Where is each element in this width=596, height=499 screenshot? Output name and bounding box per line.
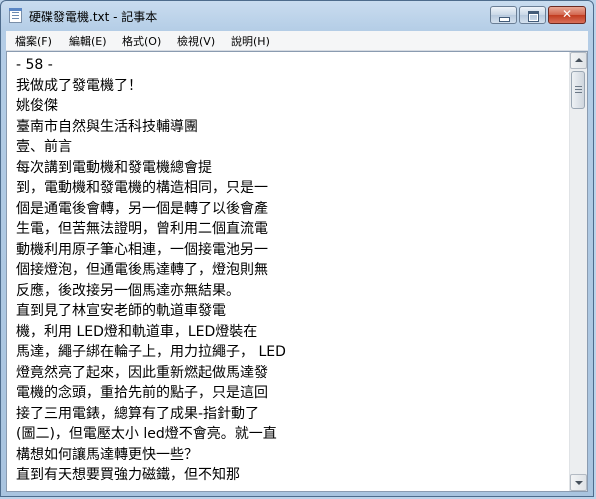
text-line: 構想如何讓馬達轉更快一些？ — [16, 446, 198, 463]
text-editor[interactable]: - 58 - 我做成了發電機了！ 姚俊傑臺南市自然與生活科技輔導團 壹、前言每次講到電… — [6, 51, 588, 492]
vertical-scrollbar[interactable] — [569, 52, 587, 491]
window-title: 硬碟發電機.txt - 記事本 — [29, 10, 158, 24]
text-line: 個是通電後會轉，另一個是轉了以後會產 — [16, 200, 268, 217]
text-line: 燈竟然亮了起來，因此重新燃起做馬達發 — [16, 364, 268, 381]
text-line: 壹、前言 — [16, 139, 72, 155]
text-line: 馬達，繩子綁在輪子上，用力拉繩子， LED — [16, 344, 286, 360]
text-line: - 58 - — [16, 57, 53, 73]
text-line: 接了三用電錶，總算有了成果-指針動了 — [16, 405, 260, 422]
maximize-icon — [528, 11, 539, 22]
minimize-icon — [499, 17, 510, 22]
text-line: 直到有天想要買強力磁鐵，但不知那 — [16, 467, 240, 483]
menu-format[interactable]: 格式(O) — [122, 33, 161, 49]
text-line: 直到見了林宣安老師的軌道車發電 — [16, 303, 226, 319]
document-text[interactable]: - 58 - 我做成了發電機了！ 姚俊傑臺南市自然與生活科技輔導團 壹、前言每次講到電… — [16, 55, 566, 486]
text-line: (圖二)，但電壓太小 led燈不會亮。就一直 — [16, 426, 277, 442]
text-line: 到，電動機和發電機的構造相同，只是一 — [16, 180, 268, 196]
notepad-window: 硬碟發電機.txt - 記事本 ✕ 檔案(F) 編輯(E) 格式(O) 檢視(V… — [0, 0, 594, 497]
close-icon: ✕ — [561, 7, 573, 21]
title-bar[interactable]: 硬碟發電機.txt - 記事本 ✕ — [1, 1, 593, 31]
menu-bar: 檔案(F) 編輯(E) 格式(O) 檢視(V) 說明(H) — [6, 31, 588, 51]
menu-file[interactable]: 檔案(F) — [15, 33, 52, 49]
menu-help[interactable]: 說明(H) — [231, 33, 270, 49]
minimize-button[interactable] — [490, 6, 517, 24]
menu-edit[interactable]: 編輯(E) — [69, 33, 107, 49]
text-line: 臺南市自然與生活科技輔導團 — [16, 118, 198, 135]
scroll-up-button[interactable] — [570, 52, 587, 69]
notepad-icon[interactable] — [9, 8, 22, 23]
scroll-down-button[interactable] — [570, 474, 587, 491]
arrow-down-icon — [575, 481, 583, 485]
grip-icon — [575, 86, 582, 87]
text-line: 動機利用原子筆心相連，一個接電池另一 — [16, 241, 268, 258]
text-line: 反應，後改接另一個馬達亦無結果。 — [16, 282, 240, 299]
menu-view[interactable]: 檢視(V) — [177, 33, 215, 49]
text-line: 個接燈泡，但通電後馬達轉了，燈泡則無 — [16, 262, 268, 278]
text-line: 電機的念頭，重拾先前的點子，只是這回 — [16, 385, 268, 401]
maximize-button[interactable] — [519, 6, 546, 24]
arrow-up-icon — [575, 58, 583, 62]
text-line: 生電，但苦無法證明，曾利用二個直流電 — [16, 221, 268, 237]
text-line: 姚俊傑 — [16, 98, 58, 114]
close-button[interactable]: ✕ — [548, 6, 586, 24]
text-line: 我做成了發電機了！ — [16, 77, 142, 94]
scroll-thumb[interactable] — [571, 71, 585, 109]
text-line: 每次講到電動機和發電機總會提 — [16, 159, 212, 176]
text-line: 機，利用 LED燈和軌道車，LED燈裝在 — [16, 323, 258, 340]
